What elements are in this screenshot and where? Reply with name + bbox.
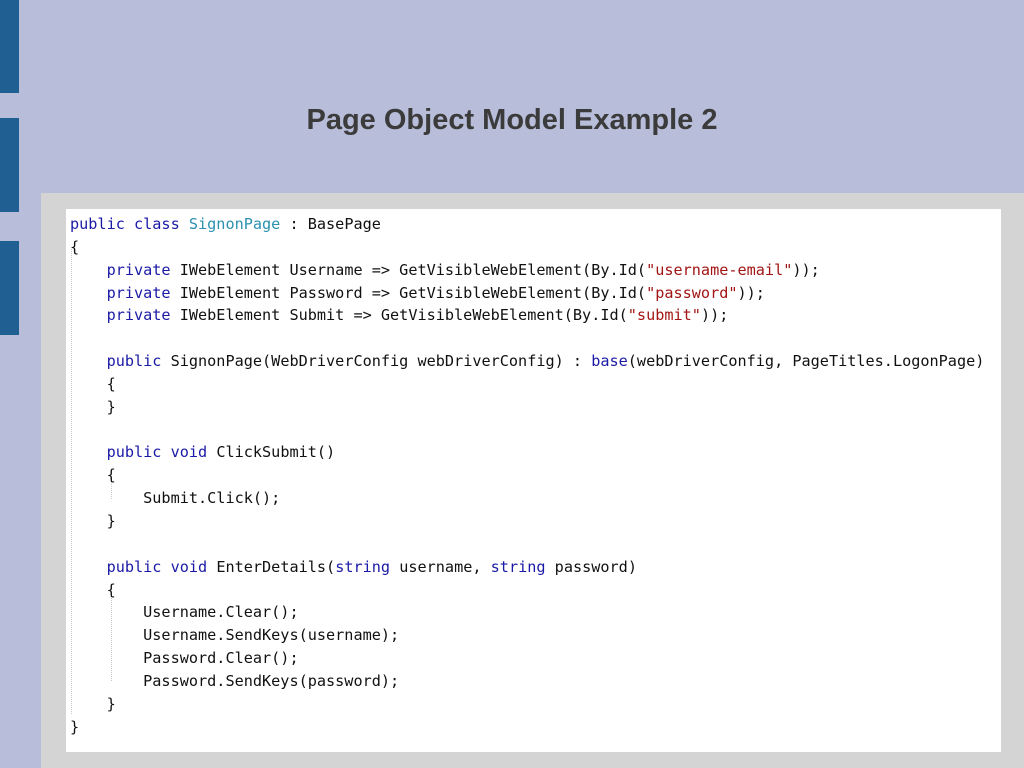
code-token: public class xyxy=(70,215,189,233)
code-token: "password" xyxy=(646,283,738,302)
code-token: "submit" xyxy=(627,306,701,325)
code-token: Password.Clear(); xyxy=(70,649,299,668)
code-token: ClickSubmit() xyxy=(216,443,336,462)
code-token: )); xyxy=(737,283,765,302)
code-token: { xyxy=(70,237,80,256)
code-line: } xyxy=(70,716,984,739)
code-token: { xyxy=(70,466,116,485)
code-line: private IWebElement Username => GetVisib… xyxy=(70,259,984,282)
code-token: password) xyxy=(545,557,637,576)
code-token: username, xyxy=(390,557,491,576)
code-token: public void xyxy=(70,557,217,576)
code-token: )); xyxy=(792,260,820,279)
code-token: string xyxy=(335,557,391,576)
code-line: Password.Clear(); xyxy=(70,647,984,670)
code-line: Username.SendKeys(username); xyxy=(70,624,984,647)
code-block: public class SignonPage : BasePage{ priv… xyxy=(70,213,984,738)
code-line: Password.SendKeys(password); xyxy=(70,670,984,693)
code-token: base xyxy=(591,352,628,371)
code-token: EnterDetails( xyxy=(216,557,336,576)
code-line: { xyxy=(70,373,984,396)
code-line: public void EnterDetails(string username… xyxy=(70,556,984,579)
code-token: "username-email" xyxy=(646,260,793,279)
code-token: } xyxy=(70,511,116,530)
code-line: { xyxy=(70,579,984,602)
code-token: Username.SendKeys(username); xyxy=(70,626,400,645)
slide-title: Page Object Model Example 2 xyxy=(306,104,718,136)
code-token: } xyxy=(70,397,116,416)
code-token: private xyxy=(70,306,180,325)
code-token: IWebElement Submit => GetVisibleWebEleme… xyxy=(179,306,628,325)
code-token: public xyxy=(70,352,171,371)
code-token: IWebElement Username => GetVisibleWebEle… xyxy=(179,260,647,279)
code-token: Password.SendKeys(password); xyxy=(70,671,400,690)
code-line: { xyxy=(70,464,984,487)
code-line: } xyxy=(70,510,984,533)
code-line: } xyxy=(70,396,984,419)
accent-bar-top xyxy=(0,0,19,93)
code-line: { xyxy=(70,236,984,259)
code-line: } xyxy=(70,693,984,716)
code-token: )); xyxy=(700,306,729,325)
code-line: Username.Clear(); xyxy=(70,601,984,624)
code-token: private xyxy=(70,260,180,279)
code-line: public void ClickSubmit() xyxy=(70,441,984,464)
code-token: private xyxy=(70,283,180,302)
code-line: public SignonPage(WebDriverConfig webDri… xyxy=(70,350,985,373)
code-token: SignonPage xyxy=(188,215,281,233)
accent-bar-bottom xyxy=(0,241,19,335)
code-token: { xyxy=(70,374,116,393)
code-line: Submit.Click(); xyxy=(70,487,984,510)
code-token: string xyxy=(490,557,546,576)
code-line: private IWebElement Password => GetVisib… xyxy=(70,282,984,305)
code-screenshot-frame: public class SignonPage : BasePage{ priv… xyxy=(41,193,1024,768)
code-line: public class SignonPage : BasePage xyxy=(70,213,984,236)
code-token: (webDriverConfig, PageTitles.LogonPage) xyxy=(627,352,985,371)
code-token: } xyxy=(70,694,116,713)
code-token: public void xyxy=(70,443,217,462)
code-token: Submit.Click(); xyxy=(70,489,281,508)
code-line: private IWebElement Submit => GetVisible… xyxy=(70,304,984,327)
code-token: IWebElement Password => GetVisibleWebEle… xyxy=(179,283,647,302)
code-panel: public class SignonPage : BasePage{ priv… xyxy=(66,209,1001,752)
code-token: } xyxy=(70,717,80,736)
code-token: SignonPage(WebDriverConfig webDriverConf… xyxy=(170,352,592,371)
code-token: Username.Clear(); xyxy=(70,603,299,622)
code-token: : BasePage xyxy=(280,215,381,233)
code-token: { xyxy=(70,580,116,599)
